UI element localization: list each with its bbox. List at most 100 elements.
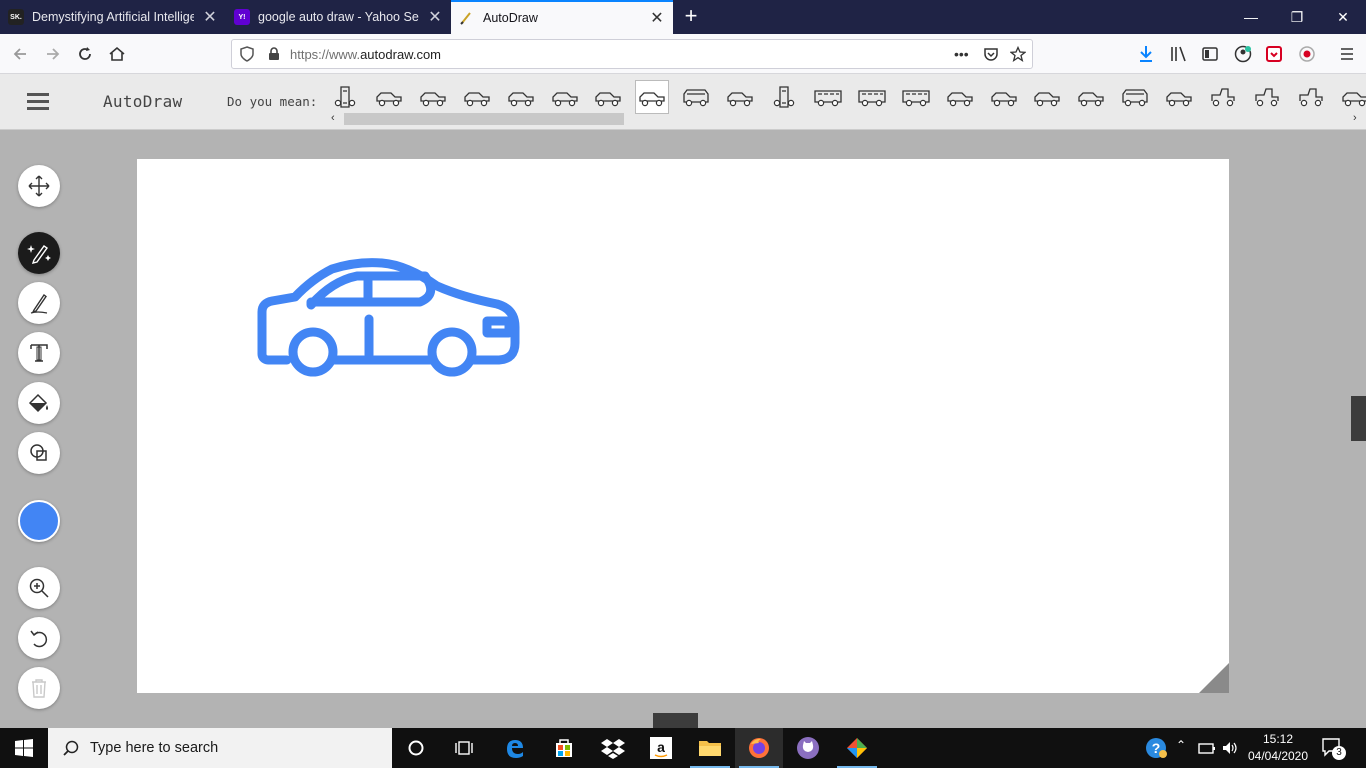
car-drawing[interactable] [137,159,1229,693]
suggestion-item[interactable] [328,80,362,114]
pocket-icon[interactable] [983,46,999,62]
suggestion-item[interactable] [548,80,582,114]
hamburger-menu-icon[interactable] [27,93,49,111]
undo-button[interactable] [18,617,60,659]
delete-button[interactable] [18,667,60,709]
library-icon[interactable] [1170,46,1188,62]
minimize-icon[interactable]: — [1228,0,1274,34]
network-icon[interactable] [1198,741,1216,755]
suggestion-item[interactable] [899,80,933,114]
suggestion-item[interactable] [635,80,670,114]
system-clock[interactable]: 15:12 04/04/2020 [1242,731,1314,765]
close-window-icon[interactable]: ✕ [1320,0,1366,34]
file-explorer-button[interactable] [686,728,734,768]
help-icon[interactable]: ? [1145,737,1167,759]
volume-icon[interactable] [1221,740,1239,756]
suggestion-item[interactable] [1118,80,1152,114]
side-panel-tab[interactable] [1351,396,1366,441]
address-bar[interactable]: https://www.autodraw.com ••• [231,39,1033,69]
suggestion-item[interactable] [855,80,889,114]
clock-date: 04/04/2020 [1247,749,1309,763]
reload-button[interactable] [73,42,97,66]
suggestion-item[interactable] [1206,80,1240,114]
suggestion-item[interactable] [1074,80,1108,114]
suggestion-item[interactable] [1250,80,1284,114]
color-picker-button[interactable] [18,500,60,542]
close-tab-icon[interactable]: ✕ [649,8,665,28]
page-actions-icon[interactable]: ••• [954,46,969,62]
forward-button[interactable] [41,42,65,66]
move-button[interactable] [18,165,60,207]
shape-button[interactable] [18,432,60,474]
suggestion-item[interactable] [767,80,801,114]
tab-autodraw[interactable]: AutoDraw ✕ [451,0,673,34]
downloads-icon[interactable] [1138,45,1154,63]
bookmark-star-icon[interactable] [1010,46,1026,62]
dropbox-button[interactable] [589,728,637,768]
draw-button[interactable] [18,282,60,324]
new-tab-button[interactable]: + [680,5,702,27]
scroll-right-icon[interactable]: › [1353,112,1357,124]
tab-yahoo-search[interactable]: Y! google auto draw - Yahoo Search ✕ [226,0,451,34]
undo-icon [30,630,48,648]
bottom-panel-tab[interactable] [653,713,698,728]
sugg-tractor-icon [1299,88,1323,107]
task-view-button[interactable] [440,728,488,768]
menu-icon[interactable] [1339,46,1355,62]
autodraw-button[interactable] [18,232,60,274]
search-placeholder: Type here to search [90,740,219,756]
sugg-coupe-icon [1166,92,1192,107]
action-center-button[interactable]: 3 [1320,736,1350,760]
suggestion-item[interactable] [723,80,757,114]
suggestion-scrollbar[interactable] [344,113,624,125]
store-button[interactable] [540,728,588,768]
trash-icon [32,679,46,698]
suggestion-item[interactable] [504,80,538,114]
fill-button[interactable] [18,382,60,424]
shield-icon[interactable] [240,46,254,62]
account-icon[interactable] [1234,45,1252,63]
task-view-icon [455,741,473,755]
move-icon [28,175,50,197]
suggestion-item[interactable] [679,80,713,114]
suggestion-item[interactable] [1030,80,1064,114]
sugg-robot-icon [334,86,356,108]
suggestion-item[interactable] [460,80,494,114]
extension-red-icon[interactable] [1266,45,1282,63]
drawing-canvas[interactable] [137,159,1229,693]
github-app-button[interactable] [784,728,832,768]
suggestion-item[interactable] [811,80,845,114]
suggestion-item[interactable] [1338,80,1366,114]
chevron-up-icon[interactable]: ⌃ [1176,738,1186,752]
restore-icon[interactable]: ❐ [1274,0,1320,34]
home-button[interactable] [105,42,129,66]
start-button[interactable] [0,728,48,768]
lock-icon[interactable] [268,47,280,61]
edge-button[interactable] [491,728,539,768]
suggestion-item[interactable] [372,80,406,114]
back-button[interactable] [8,42,32,66]
sidebar-icon[interactable] [1202,46,1218,62]
close-tab-icon[interactable]: ✕ [427,7,443,27]
amazon-button[interactable]: a [637,728,685,768]
folder-icon [699,741,721,756]
store-icon [556,739,572,757]
suggestion-item[interactable] [1162,80,1196,114]
taskbar-search[interactable]: Type here to search [48,728,392,768]
suggestion-item[interactable] [987,80,1021,114]
close-tab-icon[interactable]: ✕ [202,7,218,27]
zoom-button[interactable] [18,567,60,609]
suggestion-item[interactable] [943,80,977,114]
scroll-left-icon[interactable]: ‹ [331,112,335,124]
shape-icon [30,444,47,461]
canvas-resize-handle[interactable] [1199,663,1229,693]
firefox-button[interactable] [735,728,783,768]
extension-shield-icon[interactable] [1298,45,1316,63]
suggestion-item[interactable] [1294,80,1328,114]
gitkraken-button[interactable] [833,728,881,768]
suggestion-item[interactable] [416,80,450,114]
tab-demystifying-ai[interactable]: SK. Demystifying Artificial Intelligence… [0,0,226,34]
text-button[interactable] [18,332,60,374]
cortana-button[interactable] [392,728,440,768]
suggestion-item[interactable] [591,80,625,114]
